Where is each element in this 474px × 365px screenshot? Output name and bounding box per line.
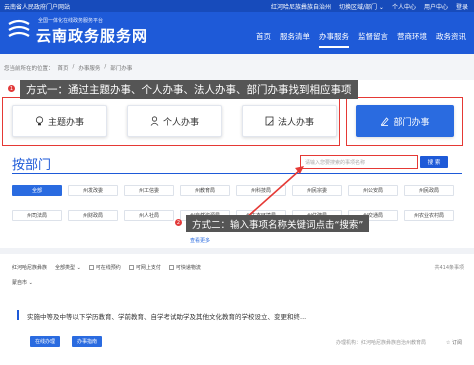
user-center-link[interactable]: 用户中心 (424, 2, 448, 11)
nav-business-env[interactable]: 营商环境 (397, 31, 427, 46)
breadcrumb-sep: / (104, 64, 107, 70)
top-bar: 云南省人民政府门户网站 红河哈尼族彝族自治州 切换区域/部门 ⌄ 个人中心 用户… (0, 0, 474, 12)
site-header: 云南省人民政府门户网站 红河哈尼族彝族自治州 切换区域/部门 ⌄ 个人中心 用户… (0, 0, 474, 54)
breadcrumb-current: 部门办事 (110, 66, 133, 72)
subscribe-button[interactable]: ☆ 订阅 (446, 339, 462, 346)
chip-dept[interactable]: 州民宗委 (292, 185, 342, 196)
dept-section-title: 按部门 (12, 158, 52, 173)
online-handle-button[interactable]: 在线办理 (30, 336, 60, 347)
nav-supervision[interactable]: 监督留言 (358, 31, 388, 46)
filter-row: 红河哈尼族彝族 全部类型 ⌄ 可在线预约 可网上支付 可快递物流 (12, 264, 201, 271)
chip-dept[interactable]: 州财政局 (68, 210, 118, 221)
filter-label: 可在线预约 (95, 265, 121, 271)
chip-dept[interactable]: 州公安局 (348, 185, 398, 196)
switch-region-link[interactable]: 切换区域/部门 ⌄ (339, 2, 384, 11)
gov-portal-link[interactable]: 云南省人民政府门户网站 (4, 2, 70, 11)
list-item-agency: 办理机构：红河哈尼族彝族自治州教育局 (335, 340, 426, 346)
chip-dept[interactable]: 州人社局 (124, 210, 174, 221)
guide-button[interactable]: 办事指南 (72, 336, 102, 347)
breadcrumb-prefix: 您当前所在的位置： (4, 66, 54, 72)
region-select[interactable]: 蒙自市 ⌄ (12, 279, 33, 286)
nav-services[interactable]: 办事服务 (319, 31, 349, 48)
site-logo-icon (8, 19, 30, 37)
section-divider (0, 248, 474, 254)
item-search-input[interactable]: 请输入您要搜索的事项名称 (300, 155, 418, 169)
filter-express[interactable]: 可快递物流 (168, 264, 201, 271)
filter-label: 可快递物流 (175, 265, 201, 271)
chip-dept[interactable]: 州农业农村局 (404, 210, 454, 221)
checkbox-icon (128, 265, 134, 270)
annotation-2-text: 方式二：输入事项名称关键词点击“搜索” (192, 219, 364, 231)
type-select[interactable]: 全部类型 ⌄ (55, 264, 81, 271)
personal-center-link[interactable]: 个人中心 (392, 2, 416, 11)
chip-dept[interactable]: 州教育局 (180, 185, 230, 196)
total-count: 共414条事项 (434, 265, 464, 271)
filter-label: 可网上支付 (135, 265, 161, 271)
filter-online-pay[interactable]: 可网上支付 (128, 264, 161, 271)
checkbox-icon (88, 265, 94, 270)
annotation-2-marker: 2 (175, 219, 182, 226)
region-label: 红河哈尼族彝族自治州 (270, 4, 331, 11)
chip-dept[interactable]: 州民政局 (404, 185, 454, 196)
login-link[interactable]: 登录 (456, 2, 468, 11)
highlight-box-dept (346, 97, 463, 146)
main-nav: 首页 服务清单 办事服务 监督留言 营商环境 政务资讯 (256, 31, 466, 48)
nav-home[interactable]: 首页 (256, 31, 271, 46)
filter-online-booking[interactable]: 可在线预约 (88, 264, 121, 271)
list-item-title[interactable]: 实施中等及中等以下学历教育、学前教育、自学考试助学及其他文化教育的学校设立、变更… (27, 311, 306, 321)
annotation-1-text: 方式一：通过主题办事、个人办事、法人办事、部门办事找到相应事项 (26, 84, 352, 96)
chip-dept[interactable]: 州工信委 (124, 185, 174, 196)
top-bar-right: 红河哈尼族彝族自治州 切换区域/部门 ⌄ 个人中心 用户中心 登录 (271, 2, 468, 11)
dept-divider (12, 173, 462, 174)
chip-dept[interactable]: 州科技局 (236, 185, 286, 196)
chip-dept[interactable]: 州发改委 (68, 185, 118, 196)
chip-all[interactable]: 全部 (12, 185, 62, 196)
annotation-2: 方式二：输入事项名称关键词点击“搜索” (186, 215, 370, 232)
filter-region-label: 红河哈尼族彝族 (12, 265, 48, 271)
highlight-box-categories (2, 97, 340, 146)
breadcrumb-sep: / (72, 64, 75, 70)
breadcrumb: 您当前所在的位置： 首页 / 办事服务 / 部门办事 (4, 64, 132, 72)
chip-dept[interactable]: 州司法局 (12, 210, 62, 221)
site-title[interactable]: 云南政务服务网 (36, 25, 148, 46)
annotation-1-marker: 1 (8, 85, 15, 92)
breadcrumb-services[interactable]: 办事服务 (78, 64, 100, 72)
nav-service-list[interactable]: 服务清单 (280, 31, 310, 46)
nav-news[interactable]: 政务资讯 (436, 31, 466, 46)
list-item-marker (17, 310, 19, 320)
breadcrumb-home[interactable]: 首页 (58, 64, 69, 72)
search-button[interactable]: 搜 索 (420, 156, 448, 168)
annotation-1: 方式一：通过主题办事、个人办事、法人办事、部门办事找到相应事项 (20, 80, 358, 99)
view-more-link[interactable]: 查看更多 (190, 237, 210, 244)
checkbox-icon (168, 265, 174, 270)
site-subtitle: 全国一体化在线政务服务平台 (38, 18, 104, 24)
